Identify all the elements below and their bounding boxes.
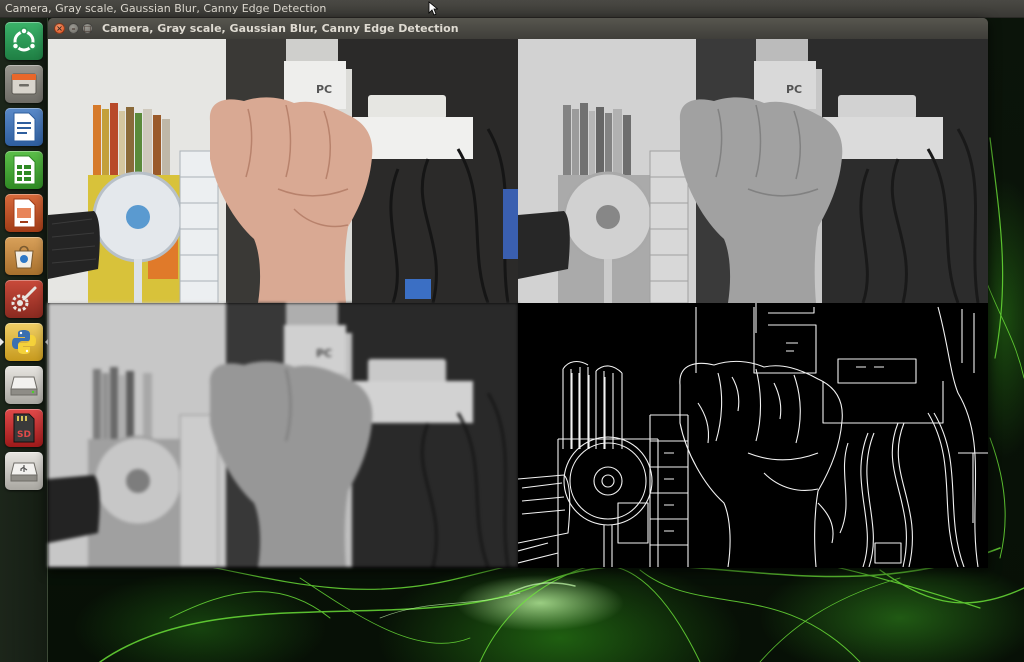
minimize-icon: – <box>71 23 76 33</box>
image-panes: PC PC PC <box>48 39 988 568</box>
close-icon: × <box>56 23 63 33</box>
sd-card-label: SD <box>17 430 31 440</box>
usb-drive-icon <box>10 459 38 483</box>
launcher-item-calc[interactable] <box>5 151 43 189</box>
ubuntu-logo-icon <box>10 27 38 55</box>
python-icon <box>10 328 38 356</box>
launcher-item-dash[interactable] <box>5 22 43 60</box>
unity-launcher: SD <box>0 18 49 662</box>
launcher-item-sd-card[interactable]: SD <box>5 409 43 447</box>
top-panel: Camera, Gray scale, Gaussian Blur, Canny… <box>0 0 1024 18</box>
svg-text:PC: PC <box>786 83 802 96</box>
pane-canny-edge-detection <box>518 303 988 567</box>
launcher-item-impress[interactable] <box>5 194 43 232</box>
system-settings-icon <box>10 285 38 313</box>
canny-edges-frame-image <box>518 303 988 567</box>
running-app-indicator <box>0 338 4 346</box>
gaussian-blur-frame-image: PC <box>48 303 518 567</box>
window-title: Camera, Gray scale, Gaussian Blur, Canny… <box>102 22 459 35</box>
pane-gaussian-blur: PC <box>48 303 518 567</box>
sd-card-icon: SD <box>12 413 36 443</box>
drive-icon <box>10 373 38 397</box>
launcher-item-writer[interactable] <box>5 108 43 146</box>
writer-document-icon <box>11 112 37 142</box>
svg-text:PC: PC <box>316 347 332 360</box>
minimize-button[interactable]: – <box>68 23 79 34</box>
launcher-item-drive[interactable] <box>5 366 43 404</box>
top-panel-app-title: Camera, Gray scale, Gaussian Blur, Canny… <box>5 2 327 15</box>
pane-gray-scale: PC <box>518 39 988 303</box>
pane-camera: PC <box>48 39 518 303</box>
maximize-icon: □ <box>83 23 92 33</box>
software-center-icon <box>11 242 37 270</box>
calc-spreadsheet-icon <box>11 155 37 185</box>
launcher-item-files[interactable] <box>5 65 43 103</box>
launcher-item-software-center[interactable] <box>5 237 43 275</box>
window-titlebar[interactable]: × – □ Camera, Gray scale, Gaussian Blur,… <box>48 18 988 39</box>
launcher-item-system-settings[interactable] <box>5 280 43 318</box>
impress-presentation-icon <box>11 198 37 228</box>
camera-frame-image: PC <box>48 39 518 303</box>
close-button[interactable]: × <box>54 23 65 34</box>
launcher-item-python[interactable] <box>5 323 43 361</box>
file-manager-icon <box>10 71 38 97</box>
gray-scale-frame-image: PC <box>518 39 988 303</box>
opencv-window: × – □ Camera, Gray scale, Gaussian Blur,… <box>48 18 988 568</box>
maximize-button[interactable]: □ <box>82 23 93 34</box>
launcher-item-usb-drive[interactable] <box>5 452 43 490</box>
svg-text:PC: PC <box>316 83 332 96</box>
